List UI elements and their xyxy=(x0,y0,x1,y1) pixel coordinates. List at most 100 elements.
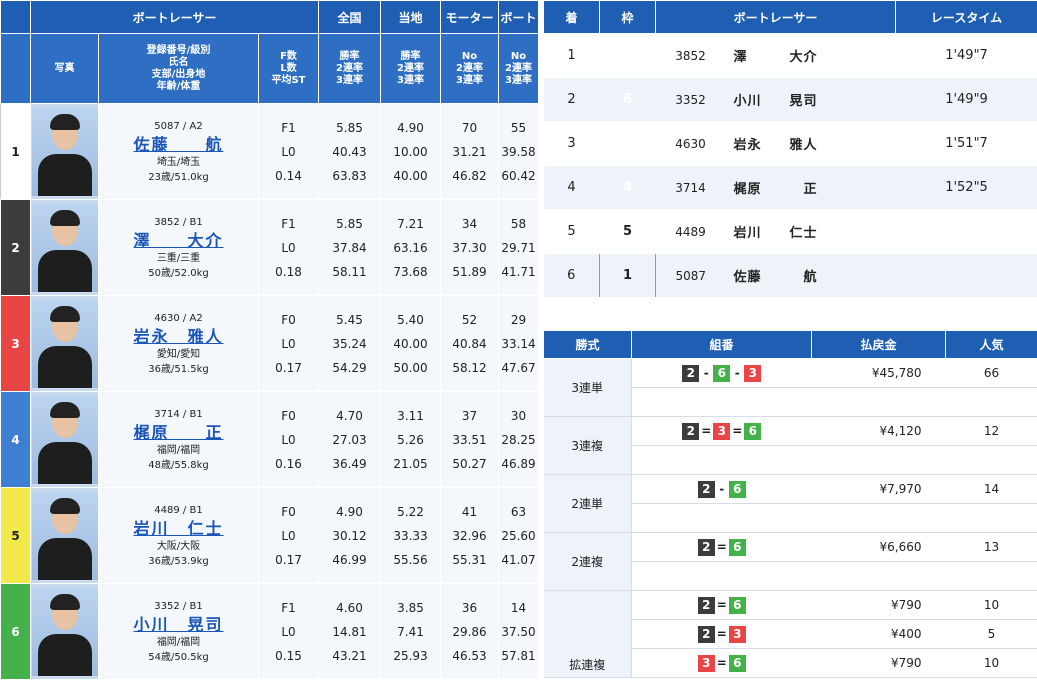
touchi-rates-value: 3.85 xyxy=(381,596,440,620)
racer-photo xyxy=(31,200,99,296)
result-racer-name: 佐藤 航 xyxy=(726,254,896,298)
frame-number: 5 xyxy=(600,210,656,254)
racer-name-link[interactable]: 岩川 仁士 xyxy=(99,521,258,536)
combo-cell: 2=6 xyxy=(632,533,812,562)
motor-rates-value: 55.31 xyxy=(441,548,498,572)
blank-cell xyxy=(946,504,1037,533)
result-racer-name: 梶原 正 xyxy=(726,166,896,210)
racer-name-link[interactable]: 佐藤 航 xyxy=(99,137,258,152)
racer-photo xyxy=(31,392,99,488)
motor-rates-value: 46.53 xyxy=(441,644,498,668)
l-count: L0 xyxy=(259,236,318,260)
racer-name-link[interactable]: 岩永 雅人 xyxy=(99,329,258,344)
boat-rates: 5829.7141.71 xyxy=(499,200,539,296)
boat-rates-value: 46.89 xyxy=(499,452,538,476)
zenkoku-rates-value: 63.83 xyxy=(319,164,380,188)
popularity: 13 xyxy=(946,533,1037,562)
f-count: F1 xyxy=(259,596,318,620)
combo-boat: 3 xyxy=(744,365,761,382)
racer-row: 43714 / B1梶原 正福岡/福岡48歳/55.8kgF0L00.164.7… xyxy=(1,392,539,488)
racer-name-link[interactable]: 梶原 正 xyxy=(99,425,258,440)
zenkoku-rates-value: 54.29 xyxy=(319,356,380,380)
zenkoku-rates-value: 40.43 xyxy=(319,140,380,164)
touchi-rates-value: 3.11 xyxy=(381,404,440,428)
combo-boat: 6 xyxy=(729,539,746,556)
combo-separator: = xyxy=(715,627,729,641)
result-row: 443714梶原 正1'52"5 xyxy=(544,166,1037,210)
combo-boat: 2 xyxy=(698,481,715,498)
avg-st: 0.18 xyxy=(259,260,318,284)
f-count: F0 xyxy=(259,500,318,524)
racer-f-l-st: F1L00.15 xyxy=(259,584,319,680)
combo-boat: 3 xyxy=(729,626,746,643)
blank-cell xyxy=(632,562,812,591)
zenkoku-rates: 5.4535.2454.29 xyxy=(319,296,381,392)
combo-boat: 2 xyxy=(698,626,715,643)
racer-name-link[interactable]: 小川 晃司 xyxy=(99,617,258,632)
combo-cell: 2=3 xyxy=(632,620,812,649)
header-rates-touchi: 勝率 2連率 3連率 xyxy=(381,34,441,104)
f-count: F1 xyxy=(259,212,318,236)
zenkoku-rates-value: 4.90 xyxy=(319,500,380,524)
zenkoku-rates: 5.8540.4363.83 xyxy=(319,104,381,200)
boat-rates-value: 47.67 xyxy=(499,356,538,380)
l-count: L0 xyxy=(259,140,318,164)
f-count: F0 xyxy=(259,404,318,428)
result-header-racer: ボートレーサー xyxy=(656,1,896,34)
payout-table: 勝式 組番 払戻金 人気 3連単2-6-3¥45,780663連複2=3=6¥4… xyxy=(543,330,1037,678)
racer-photo xyxy=(31,104,99,200)
racer-reg: 3714 / B1 xyxy=(99,407,258,422)
payout-row-sanrenpuku: 3連複2=3=6¥4,12012 xyxy=(544,417,1037,446)
zenkoku-rates-value: 35.24 xyxy=(319,332,380,356)
payout-header-pop: 人気 xyxy=(946,331,1037,359)
combo-boat: 2 xyxy=(682,365,699,382)
racer-avatar xyxy=(32,300,98,388)
payout-header-combo: 組番 xyxy=(632,331,812,359)
result-header-pos: 着 xyxy=(544,1,600,34)
touchi-rates-value: 25.93 xyxy=(381,644,440,668)
racer-name-link[interactable]: 澤 大介 xyxy=(99,233,258,248)
zenkoku-rates: 4.6014.8143.21 xyxy=(319,584,381,680)
payout-amount: ¥4,120 xyxy=(812,417,946,446)
racer-age-weight: 50歳/52.0kg xyxy=(99,266,258,281)
boat-rates-value: 57.81 xyxy=(499,644,538,668)
zenkoku-rates-value: 58.11 xyxy=(319,260,380,284)
boat-rates: 3028.2546.89 xyxy=(499,392,539,488)
racer-photo xyxy=(31,584,99,680)
popularity: 10 xyxy=(946,649,1037,678)
bet-kind: 3連単 xyxy=(544,359,632,417)
racer-avatar xyxy=(32,588,98,676)
combo-separator: = xyxy=(715,656,729,670)
race-time: 1'49"9 xyxy=(896,78,1037,122)
payout-row-nirentan: 2連単2-6¥7,97014 xyxy=(544,475,1037,504)
racer-f-l-st: F1L00.18 xyxy=(259,200,319,296)
combo-boat: 3 xyxy=(713,423,730,440)
motor-rates-value: 29.86 xyxy=(441,620,498,644)
finish-position: 2 xyxy=(544,78,600,122)
touchi-rates-value: 4.90 xyxy=(381,116,440,140)
boat-rates-value: 41.07 xyxy=(499,548,538,572)
zenkoku-rates-value: 14.81 xyxy=(319,620,380,644)
touchi-rates-value: 50.00 xyxy=(381,356,440,380)
racer-reg: 4489 / B1 xyxy=(99,503,258,518)
bet-kind: 3連複 xyxy=(544,417,632,475)
motor-rates-value: 33.51 xyxy=(441,428,498,452)
boat-rates-value: 63 xyxy=(499,500,538,524)
boat-rates: 6325.6041.07 xyxy=(499,488,539,584)
zenkoku-rates-value: 5.85 xyxy=(319,212,380,236)
popularity: 10 xyxy=(946,591,1037,620)
touchi-rates-value: 40.00 xyxy=(381,332,440,356)
touchi-rates-value: 7.41 xyxy=(381,620,440,644)
racer-row: 63352 / B1小川 晃司福岡/福岡54歳/50.5kgF1L00.154.… xyxy=(1,584,539,680)
racer-age-weight: 54歳/50.5kg xyxy=(99,650,258,665)
racer-info: 4489 / B1岩川 仁士大阪/大阪36歳/53.9kg xyxy=(99,488,259,584)
header-zenkoku: 全国 xyxy=(319,1,381,34)
result-racer-name: 澤 大介 xyxy=(726,34,896,78)
boat-rates-value: 55 xyxy=(499,116,538,140)
header-f: F数 L数 平均ST xyxy=(259,34,319,104)
motor-rates-value: 52 xyxy=(441,308,498,332)
payout-amount: ¥45,780 xyxy=(812,359,946,388)
payout-rows: 3連単2-6-3¥45,780663連複2=3=6¥4,120122連単2-6¥… xyxy=(544,359,1037,678)
entry-panel: ボートレーサー 全国 当地 モーター ボート 写真 登録番号/級別 氏名 支部/… xyxy=(0,0,538,679)
result-header-time: レースタイム xyxy=(896,1,1037,34)
